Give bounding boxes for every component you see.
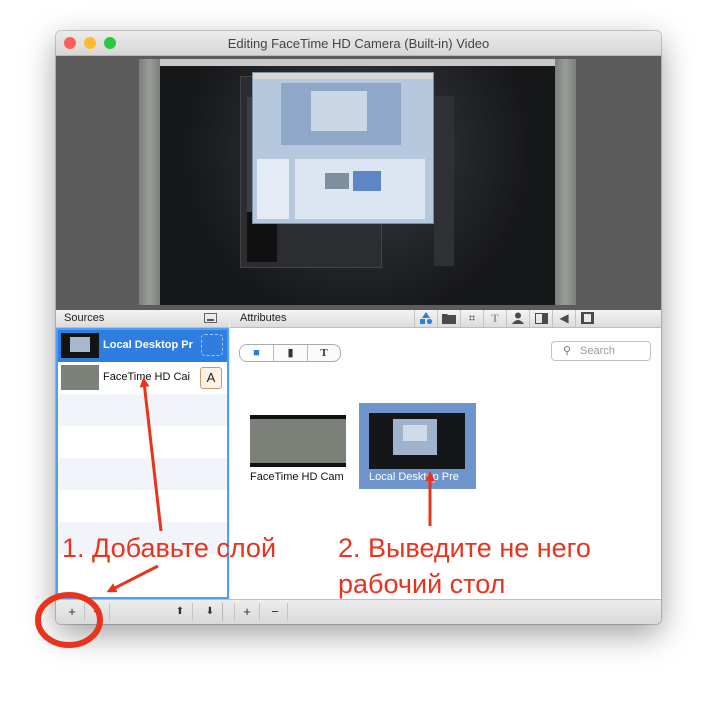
- text-icon[interactable]: T: [483, 310, 506, 327]
- annotation-step2-line2: рабочий стол: [338, 569, 506, 599]
- preview-right-meter: [434, 96, 454, 266]
- source-item-local-desktop[interactable]: Local Desktop Pr: [58, 330, 227, 362]
- source-item-label: Local Desktop Pr: [103, 339, 193, 351]
- list-stripe: [58, 394, 227, 426]
- sources-header: Sources: [56, 310, 229, 328]
- split-icon[interactable]: [529, 310, 552, 327]
- preview-nested-inner: [311, 91, 367, 131]
- layer-drop-target[interactable]: [201, 334, 223, 356]
- desktop-preview-inner: [403, 425, 427, 441]
- move-up-button[interactable]: ⬆: [168, 603, 193, 621]
- preview-desktop: [160, 66, 555, 305]
- text-segment-icon[interactable]: T: [308, 345, 340, 361]
- shapes-icon[interactable]: [414, 310, 437, 327]
- remove-layer-button[interactable]: −: [85, 603, 110, 621]
- annotation-step1: 1. Добавьте слой: [62, 533, 277, 563]
- thumb-window: [70, 337, 90, 352]
- search-icon: ⚲: [563, 345, 572, 357]
- media-tile-facetime[interactable]: [250, 415, 346, 467]
- document-icon[interactable]: ▮: [274, 345, 308, 361]
- preview-side-strip: [555, 59, 576, 305]
- person-icon[interactable]: [506, 310, 529, 327]
- desktop-preview: [369, 413, 465, 469]
- text-layer-badge[interactable]: A: [200, 367, 222, 389]
- preview-nested-tile: [353, 171, 381, 191]
- camera-preview: [250, 419, 346, 463]
- attributes-header-label: Attributes: [240, 312, 287, 324]
- type-segmented-control: ■ ▮ T: [239, 344, 341, 362]
- add-media-button[interactable]: +: [234, 603, 260, 621]
- preview-area: [56, 56, 661, 310]
- window-title: Editing FaceTime HD Camera (Built-in) Vi…: [227, 36, 490, 51]
- preview-side-strip: [139, 59, 160, 305]
- bottom-toolbar: + − ⬆ ⬇ + −: [56, 599, 661, 624]
- preview-nested-tile: [325, 173, 349, 189]
- preview-nested-sources: [257, 159, 289, 219]
- annotation-step2: 2. Выведите не него: [338, 533, 591, 563]
- move-down-button[interactable]: ⬇: [198, 603, 223, 621]
- search-placeholder: Search: [580, 345, 615, 357]
- folder-icon[interactable]: [437, 310, 460, 327]
- add-layer-button[interactable]: +: [60, 603, 85, 621]
- list-stripe: [58, 458, 227, 490]
- film-icon[interactable]: [575, 310, 598, 327]
- source-item-facetime[interactable]: FaceTime HD Cai A: [58, 362, 227, 394]
- search-input[interactable]: ⚲ Search: [551, 341, 651, 361]
- sources-header-label: Sources: [64, 312, 105, 324]
- crop-icon[interactable]: ⌗: [460, 310, 483, 327]
- video-preview: [139, 59, 576, 305]
- media-tile-local-desktop[interactable]: Local Desktop Pre: [359, 403, 476, 489]
- collapse-icon[interactable]: [204, 313, 217, 323]
- preview-menubar: [160, 59, 555, 66]
- preview-nested-titlebar: [253, 73, 433, 79]
- preview-nested-window: [252, 72, 434, 224]
- attributes-header: Attributes ⌗ T ◀: [230, 310, 661, 328]
- speaker-icon[interactable]: ◀: [552, 310, 575, 327]
- remove-media-button[interactable]: −: [263, 603, 288, 621]
- source-item-label: FaceTime HD Cai: [103, 371, 190, 383]
- title-bar: Editing FaceTime HD Camera (Built-in) Vi…: [56, 31, 661, 56]
- desktop-thumb: [61, 333, 99, 358]
- camera-thumb: [61, 365, 99, 390]
- media-tile-label: FaceTime HD Cam: [250, 471, 344, 483]
- media-tile-label: Local Desktop Pre: [369, 471, 459, 483]
- video-icon[interactable]: ■: [240, 345, 274, 361]
